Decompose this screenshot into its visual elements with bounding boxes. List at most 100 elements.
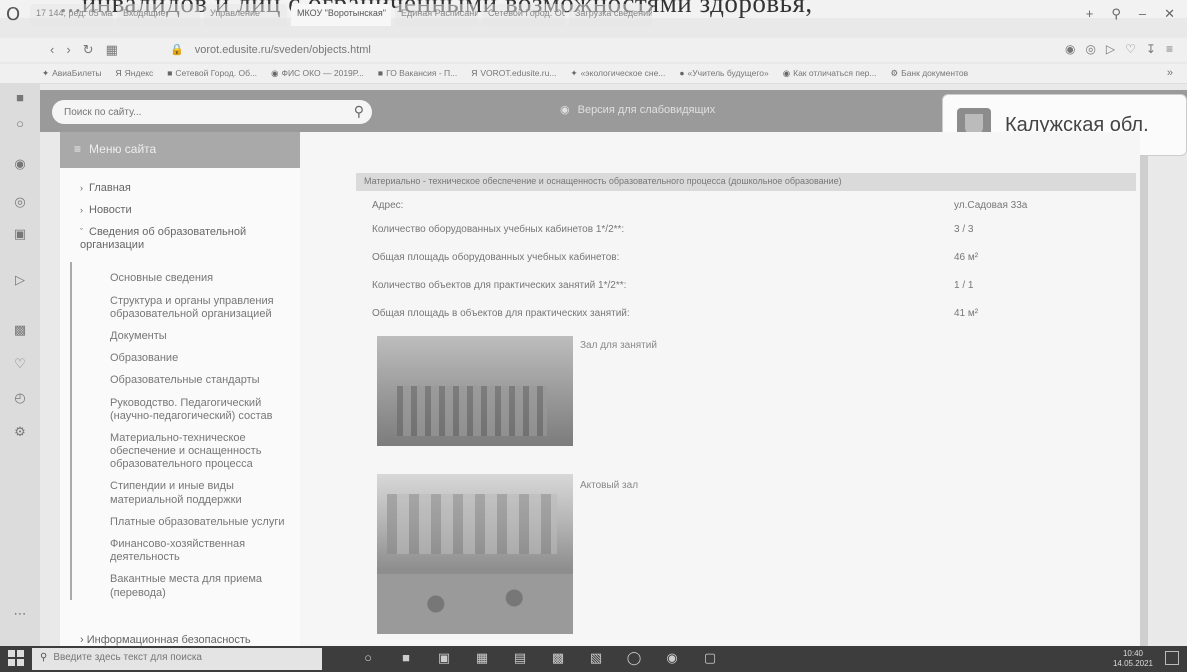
app-icon[interactable]: ■ [398, 650, 414, 666]
app-icon[interactable]: ▧ [588, 650, 604, 666]
bookmark-item[interactable]: ◉ ФИС ОКО — 2019Р... [271, 68, 364, 79]
submenu-item[interactable]: Финансово-хозяйственная деятельность [110, 538, 300, 564]
accessibility-version-link[interactable]: ◉ Версия для слабовидящих [560, 103, 715, 116]
bookmarks-more-icon[interactable]: » [1167, 67, 1173, 79]
chevron-right-icon: › [80, 205, 83, 215]
submenu-item[interactable]: Стипендии и иные виды материальной подде… [110, 480, 300, 506]
file-explorer-icon[interactable]: ▤ [512, 650, 528, 666]
sidebar-player-icon[interactable]: ▷ [10, 270, 30, 290]
menu-icon[interactable]: ≡ [1166, 42, 1173, 56]
back-icon[interactable]: ‹ [50, 42, 54, 58]
info-label: Количество оборудованных учебных кабинет… [372, 224, 625, 235]
camera-icon[interactable]: ◉ [1065, 42, 1075, 56]
sidebar-settings-icon[interactable]: ⚙ [10, 422, 30, 442]
info-row-practice-count: Количество объектов для практических зан… [372, 280, 1132, 298]
submenu-item[interactable]: Документы [110, 330, 300, 343]
site-menu-header[interactable]: ≡ Меню сайта [60, 132, 300, 168]
url-field[interactable]: 🔒 vorot.edusite.ru/sveden/objects.html [170, 43, 371, 56]
submenu-item[interactable]: Вакантные места для приема (перевода) [110, 573, 300, 599]
bookmark-item[interactable]: ◉ Как отличаться пер... [783, 68, 877, 79]
bookmark-item[interactable]: ✦ «экологическое сне... [570, 68, 665, 79]
yandex-icon: Я [471, 68, 478, 78]
speed-dial-icon[interactable]: ▦ [106, 42, 118, 58]
search-tabs-icon[interactable]: ⚲ [1111, 6, 1121, 22]
submenu-item[interactable]: Структура и органы управления образовате… [110, 295, 300, 321]
bookmark-icon: ✦ [570, 68, 578, 78]
submenu-item[interactable]: Основные сведения [110, 272, 300, 285]
browser-sidebar: ■ ○ ◉ ◎ ▣ ▷ ▩ ♡ ◴ ⚙ ⋯ [0, 84, 40, 646]
taskbar-clock[interactable]: 10:40 14.05.2021 [1113, 649, 1153, 669]
bookmarks-list: ✦ АвиаБилеты Я Яндекс ■ Сетевой Город. Об..… [42, 68, 968, 79]
tab-list: 17 144, ред. 05 мая окт Входящие Управле… [30, 4, 656, 26]
minimize-icon[interactable]: – [1139, 6, 1146, 22]
app-icon[interactable]: ▢ [702, 650, 718, 666]
app-icon[interactable]: ▩ [550, 650, 566, 666]
tab-1[interactable]: Входящие [117, 4, 200, 26]
bookmark-icon: ● [679, 68, 685, 78]
site-search-input[interactable] [52, 100, 332, 124]
taskbar-search[interactable]: ⚲ Введите здесь текст для поиска [32, 648, 322, 670]
info-label: Количество объектов для практических зан… [372, 280, 627, 291]
sidebar-more-icon[interactable]: ⋯ [10, 604, 30, 624]
sidebar-history-icon[interactable]: ◴ [10, 388, 30, 408]
chevron-right-icon: › [80, 183, 83, 193]
menu-item-news[interactable]: › Новости [80, 204, 300, 216]
tab-2[interactable]: Управление [204, 4, 287, 26]
section-title: Материально - техническое обеспечение и … [356, 173, 1136, 191]
bookmark-item[interactable]: Я Яндекс [116, 68, 154, 79]
submenu-item[interactable]: Платные образовательные услуги [110, 516, 300, 529]
task-view-icon[interactable]: ○ [360, 650, 376, 666]
bookmark-item[interactable]: ■ Сетевой Город. Об... [167, 68, 257, 79]
info-row-practice-area: Общая площадь в объектов для практически… [372, 308, 1132, 326]
content-scrollbar[interactable] [1140, 156, 1148, 646]
forward-icon[interactable]: › [66, 42, 70, 58]
menu-item-info-security[interactable]: › Информационная безопасность [80, 634, 251, 646]
tab-active[interactable]: МКОУ "Воротынская" [291, 4, 391, 26]
sidebar-whatsapp-icon[interactable]: ◎ [10, 192, 30, 212]
vpn-icon[interactable]: ◎ [1085, 42, 1095, 56]
bookmark-item[interactable]: ■ ГО Вакансия - П... [378, 68, 457, 79]
menu-item-home[interactable]: › Главная [80, 182, 300, 194]
bookmark-item[interactable]: Я VOROT.edusite.ru... [471, 68, 556, 79]
photo-assembly-hall[interactable] [377, 474, 573, 634]
bookmark-item[interactable]: ⚙ Банк документов [891, 68, 969, 79]
app-icon[interactable]: ◯ [626, 650, 642, 666]
bookmark-item[interactable]: ● «Учитель будущего» [679, 68, 768, 79]
app-icon[interactable]: ◉ [664, 650, 680, 666]
tab-4[interactable]: Единая Расписание [395, 4, 478, 26]
tab-0[interactable]: 17 144, ред. 05 мая окт [30, 4, 113, 26]
app-icon[interactable]: ▣ [436, 650, 452, 666]
info-label: Адрес: [372, 200, 404, 211]
sidebar-heart-icon[interactable]: ♡ [10, 354, 30, 374]
new-tab-icon[interactable]: + [1086, 6, 1094, 22]
search-icon: ⚲ [40, 652, 48, 663]
submenu-item[interactable]: Образование [110, 352, 300, 365]
reload-icon[interactable]: ↻ [83, 42, 94, 58]
download-icon[interactable]: ↧ [1146, 42, 1156, 56]
bookmark-item[interactable]: ✦ АвиаБилеты [42, 68, 102, 79]
windows-start-icon[interactable] [8, 650, 24, 666]
submenu-item-active[interactable]: Материально-техническое обеспечение и ос… [110, 432, 300, 472]
sidebar-home-icon[interactable]: ■ [10, 88, 30, 108]
heart-icon[interactable]: ♡ [1125, 42, 1136, 56]
sidebar-speed-dial-icon[interactable]: ○ [10, 114, 30, 134]
tab-6[interactable]: Загрузка сведений [569, 4, 652, 26]
info-row-address: Адрес: ул.Садовая 33а [372, 200, 1132, 218]
yandex-icon: Я [115, 68, 122, 78]
search-icon[interactable]: ⚲ [354, 103, 364, 120]
submenu-item[interactable]: Образовательные стандарты [110, 374, 300, 387]
sidebar-news-icon[interactable]: ▩ [10, 320, 30, 340]
tab-5[interactable]: Сетевой Город. Образ [482, 4, 565, 26]
notifications-icon[interactable] [1165, 651, 1179, 665]
sidebar-vk-icon[interactable]: ▣ [10, 224, 30, 244]
hamburger-icon: ≡ [74, 142, 82, 156]
menu-item-org-info[interactable]: ˇ Сведения об образовательной организации [80, 226, 280, 252]
close-window-icon[interactable]: ✕ [1164, 6, 1175, 22]
url-text: vorot.edusite.ru/sveden/objects.html [194, 44, 371, 56]
photo-classroom[interactable] [377, 336, 573, 446]
submenu-item[interactable]: Руководство. Педагогический (научно-педа… [110, 397, 300, 423]
opera-logo-icon[interactable]: O [6, 4, 20, 25]
send-icon[interactable]: ▷ [1106, 42, 1115, 56]
app-icon[interactable]: ▦ [474, 650, 490, 666]
sidebar-messenger-icon[interactable]: ◉ [10, 154, 30, 174]
